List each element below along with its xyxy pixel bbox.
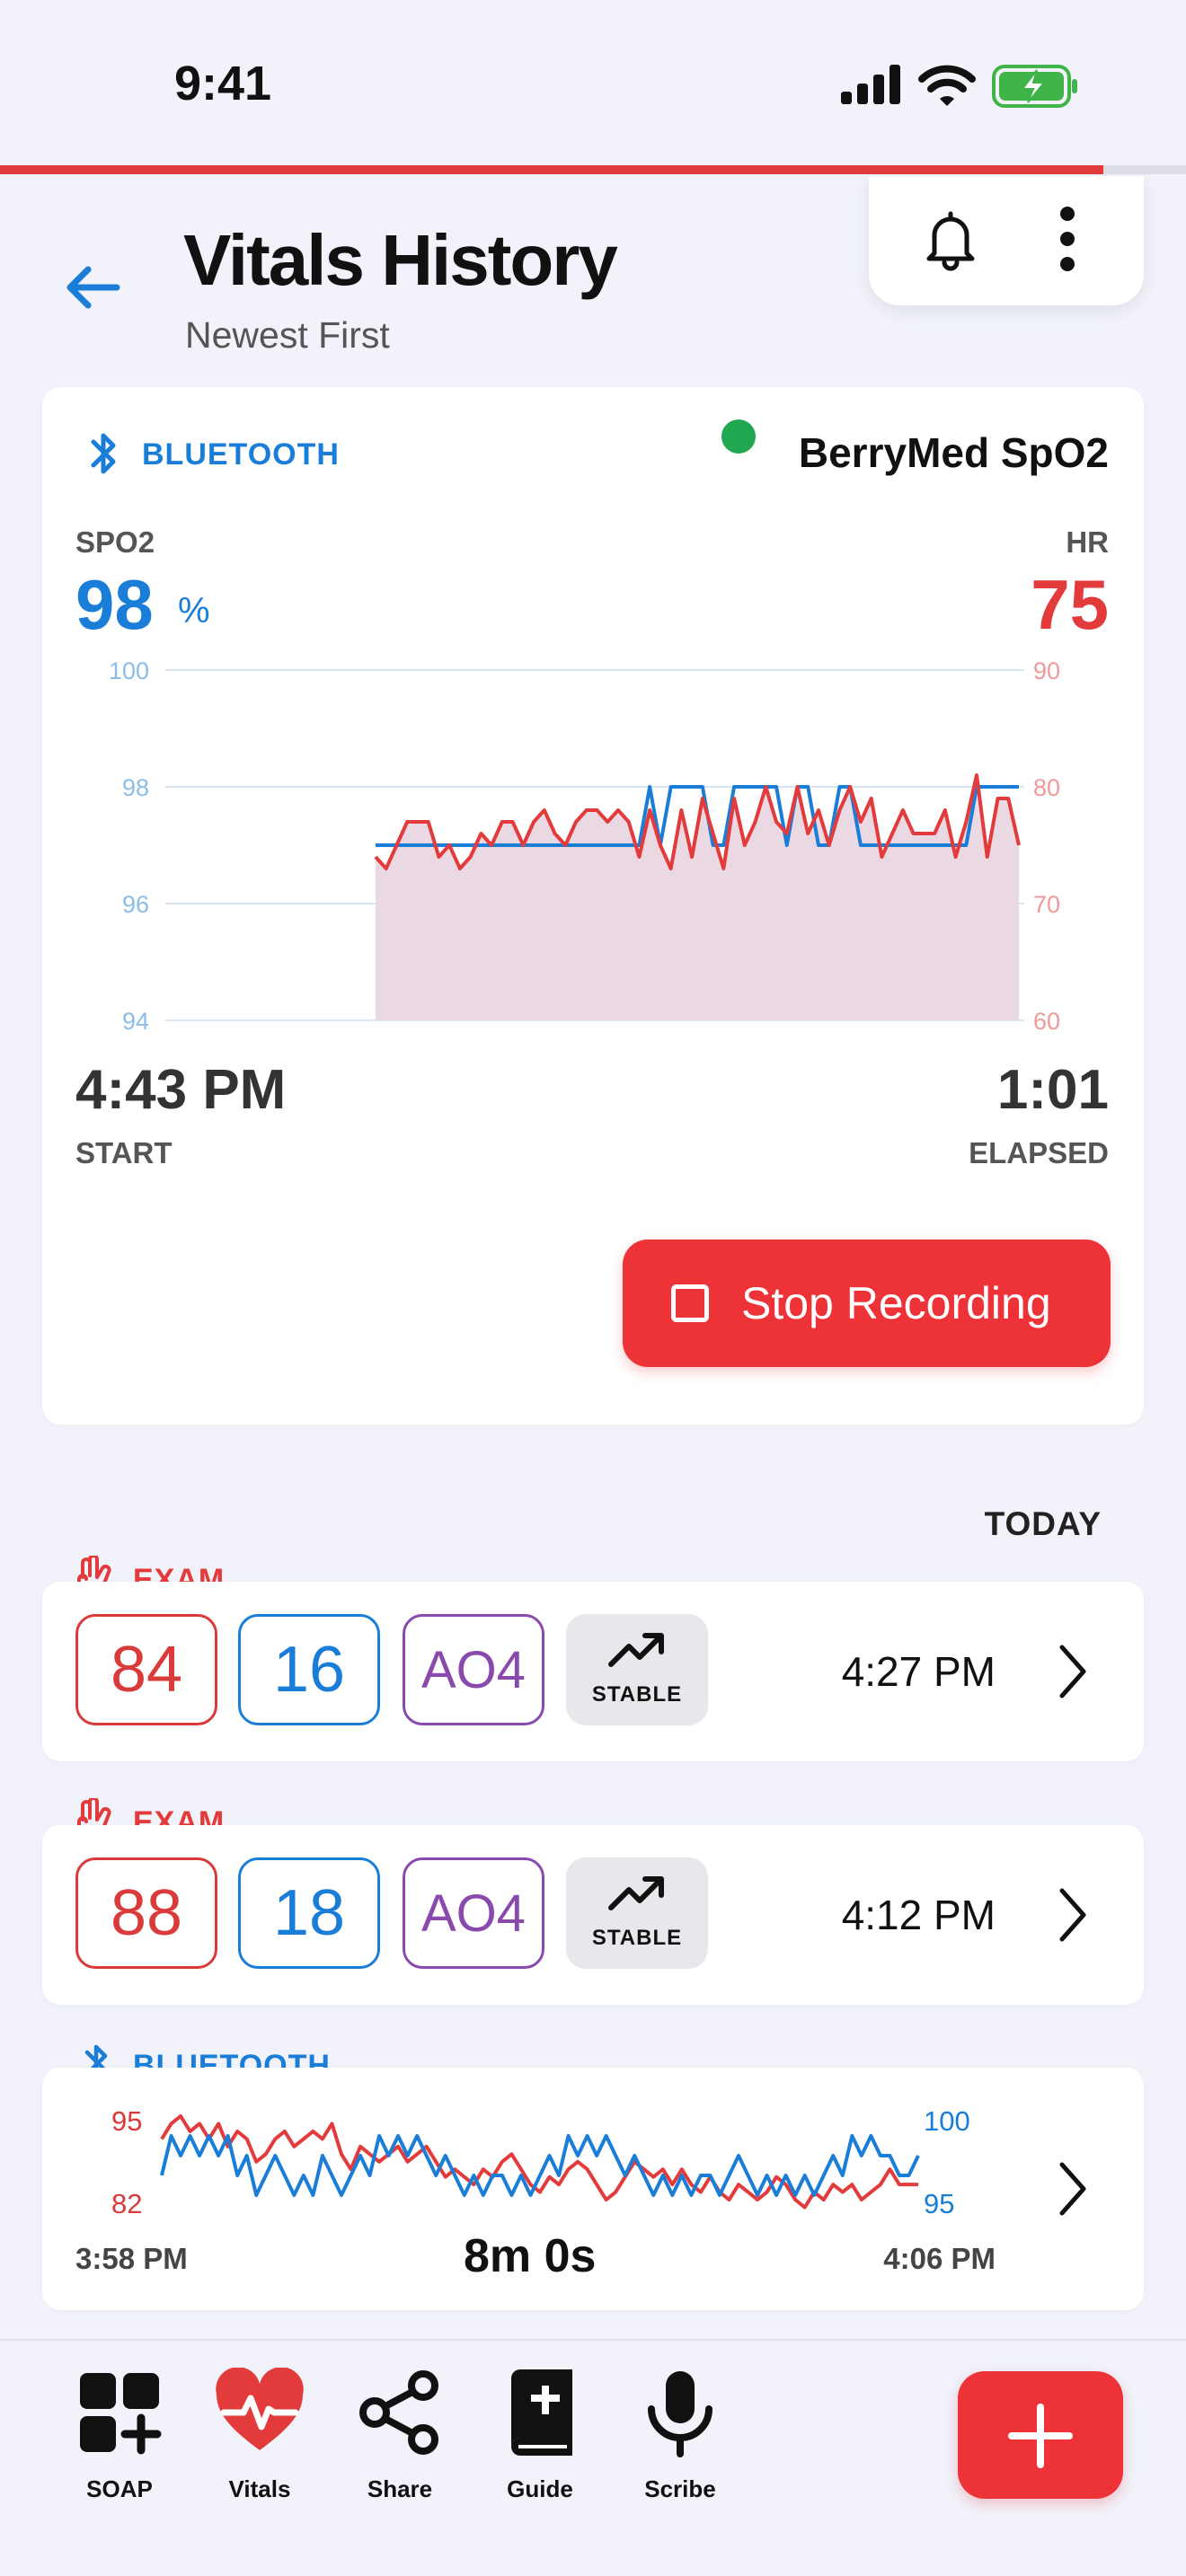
live-vitals-chart: 94 60 96 70 98 80 100 90 <box>109 657 1060 1035</box>
trend-up-icon <box>608 1876 664 1910</box>
session-duration: 8m 0s <box>464 2230 597 2282</box>
nav-item-soap[interactable]: SOAP <box>61 2368 178 2520</box>
bluetooth-icon <box>91 433 116 474</box>
chart-tick-right: 80 <box>1033 774 1060 801</box>
session-end-time: 4:06 PM <box>883 2242 996 2275</box>
chevron-right-icon[interactable] <box>1049 2157 1094 2220</box>
heart-rate-pill: 84 <box>75 1614 217 1725</box>
chart-tick-left: 94 <box>122 1008 149 1035</box>
add-entry-button[interactable] <box>958 2371 1123 2499</box>
start-label: START <box>75 1136 173 1169</box>
wifi-icon <box>918 65 976 106</box>
trend-badge: STABLE <box>566 1857 708 1969</box>
nav-label: Share <box>367 2475 433 2502</box>
nav-item-share[interactable]: Share <box>341 2368 458 2520</box>
stop-recording-label: Stop Recording <box>741 1278 1051 1328</box>
start-time: 4:43 PM <box>75 1059 287 1121</box>
spo2-unit: % <box>178 591 210 631</box>
chart-tick-left: 100 <box>109 657 149 684</box>
hr-area <box>376 775 1019 1020</box>
hr-value: 75 <box>1031 565 1109 644</box>
trend-up-icon <box>608 1633 664 1667</box>
nav-label: Scribe <box>644 2475 716 2502</box>
heart-pulse-icon <box>216 2368 304 2450</box>
source-label: BLUETOOTH <box>142 437 340 472</box>
session-start-time: 3:58 PM <box>75 2242 188 2275</box>
nav-item-vitals[interactable]: Vitals <box>201 2368 318 2520</box>
respiratory-rate-pill: 16 <box>238 1614 380 1725</box>
battery-charging-icon <box>992 65 1077 108</box>
page-title: Vitals History <box>183 220 618 300</box>
hr-label: HR <box>1066 525 1109 559</box>
mini-chart-right-min: 95 <box>924 2188 955 2219</box>
spo2-value: 98 <box>75 565 154 644</box>
back-button[interactable] <box>54 251 144 323</box>
orientation-pill: AO4 <box>403 1857 544 1969</box>
device-name: BerryMed SpO2 <box>798 429 1109 476</box>
status-time: 9:41 <box>174 57 272 110</box>
trend-badge: STABLE <box>566 1614 708 1725</box>
mini-hr-line <box>160 2114 918 2210</box>
orientation-pill: AO4 <box>403 1614 544 1725</box>
nav-item-scribe[interactable]: Scribe <box>622 2368 739 2520</box>
chevron-right-icon[interactable] <box>1049 1640 1094 1703</box>
spo2-label: SPO2 <box>75 525 155 559</box>
microphone-icon <box>648 2371 712 2457</box>
heart-rate-pill: 88 <box>75 1857 217 1969</box>
nav-label: SOAP <box>86 2475 153 2502</box>
elapsed-label: ELAPSED <box>969 1136 1109 1169</box>
nav-item-guide[interactable]: Guide <box>482 2368 598 2520</box>
chevron-right-icon[interactable] <box>1049 1883 1094 1946</box>
stop-icon <box>671 1284 709 1322</box>
connection-status-dot <box>721 419 756 454</box>
nav-label: Guide <box>507 2475 573 2502</box>
mini-spo2-line <box>160 2134 920 2197</box>
plus-icon <box>1008 2404 1073 2468</box>
elapsed-time: 1:01 <box>996 1059 1109 1121</box>
stop-recording-button[interactable]: Stop Recording <box>623 1239 1111 1367</box>
chart-tick-left: 98 <box>122 774 149 801</box>
share-icon <box>359 2370 438 2455</box>
nav-label: Vitals <box>228 2475 291 2502</box>
entry-time: 4:27 PM <box>841 1648 996 1695</box>
guide-book-icon <box>511 2369 572 2456</box>
chart-tick-right: 60 <box>1033 1008 1060 1035</box>
more-options-icon[interactable] <box>1031 203 1103 275</box>
bell-icon[interactable] <box>915 203 987 275</box>
respiratory-rate-pill: 18 <box>238 1857 380 1969</box>
chart-tick-left: 96 <box>122 891 149 918</box>
trend-label: STABLE <box>591 1682 683 1707</box>
recording-progress-fill <box>0 165 1103 174</box>
page-subtitle: Newest First <box>185 314 390 356</box>
bluetooth-session-chart <box>160 2114 920 2210</box>
trend-label: STABLE <box>591 1926 683 1950</box>
chart-tick-right: 70 <box>1033 891 1060 918</box>
mini-chart-right-max: 100 <box>924 2105 970 2137</box>
chart-tick-right: 90 <box>1033 657 1060 684</box>
entry-time: 4:12 PM <box>841 1892 996 1938</box>
soap-icon <box>80 2373 162 2455</box>
cellular-signal-icon <box>841 65 900 104</box>
section-header-today: TODAY <box>984 1505 1102 1542</box>
